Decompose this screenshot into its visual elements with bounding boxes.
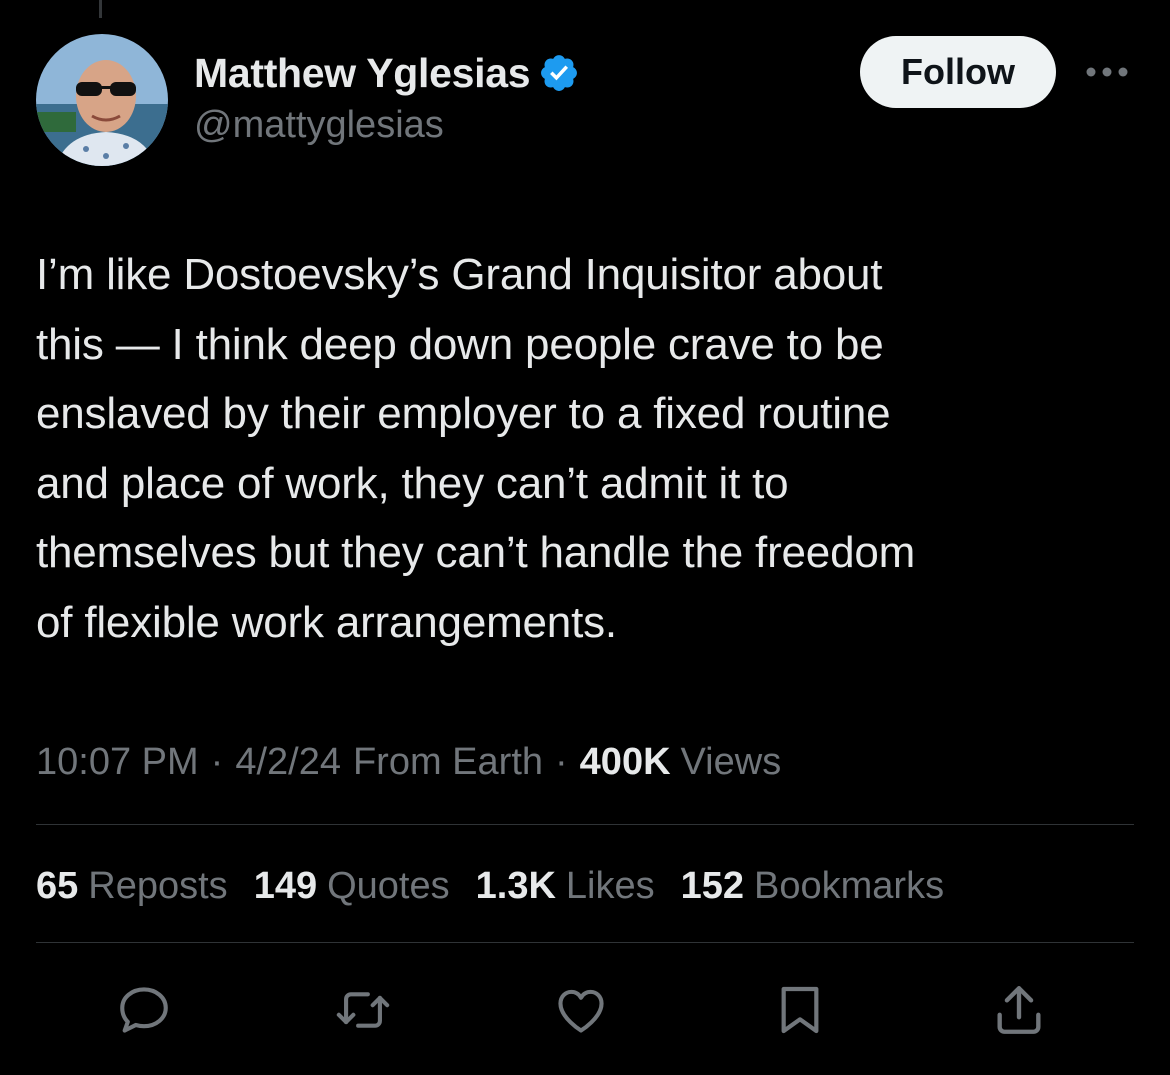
like-icon[interactable]: [546, 975, 616, 1045]
meta-separator: ·: [555, 740, 568, 783]
likes-stat[interactable]: 1.3K Likes: [476, 865, 655, 908]
reposts-label: Reposts: [88, 864, 228, 907]
verified-badge-icon: [541, 55, 578, 91]
follow-button[interactable]: Follow: [860, 36, 1056, 108]
meta-separator: ·: [210, 740, 224, 783]
likes-label: Likes: [565, 864, 655, 907]
tweet-text: I’m like Dostoevsky’s Grand Inquisitor a…: [36, 250, 916, 647]
tweet-date[interactable]: 4/2/24: [235, 741, 341, 784]
author-display-name[interactable]: Matthew Yglesias: [194, 50, 531, 97]
divider-bottom: [36, 942, 1134, 943]
bookmarks-label: Bookmarks: [754, 864, 945, 907]
views-count: 400K: [579, 740, 671, 783]
quotes-stat[interactable]: 149 Quotes: [254, 865, 450, 908]
quotes-label: Quotes: [327, 864, 450, 907]
likes-count: 1.3K: [475, 864, 556, 907]
bookmark-icon[interactable]: [765, 975, 835, 1045]
thread-connector-line: [99, 0, 102, 18]
engagement-stats: 65 Reposts 149 Quotes 1.3K Likes 152 Boo…: [36, 856, 970, 916]
quotes-count: 149: [253, 864, 318, 907]
share-icon[interactable]: [984, 975, 1054, 1045]
tweet-meta: 10:07 PM · 4/2/24 From Earth · 400K View…: [36, 732, 781, 792]
repost-icon[interactable]: [328, 975, 398, 1045]
avatar[interactable]: [36, 34, 168, 166]
divider-top: [36, 824, 1134, 825]
reply-icon[interactable]: [109, 975, 179, 1045]
author-block: Matthew Yglesias @mattyglesias: [194, 44, 580, 147]
reposts-stat[interactable]: 65 Reposts: [36, 865, 228, 908]
views-label: Views: [680, 740, 782, 783]
bookmarks-stat[interactable]: 152 Bookmarks: [681, 865, 944, 908]
more-options-icon[interactable]: [1082, 52, 1132, 92]
bookmarks-count: 152: [680, 864, 745, 907]
tweet-time[interactable]: 10:07 PM: [36, 741, 199, 784]
author-handle[interactable]: @mattyglesias: [194, 104, 580, 147]
reposts-count: 65: [36, 864, 79, 907]
tweet-source: From Earth: [352, 740, 544, 783]
action-bar: [0, 975, 1170, 1045]
